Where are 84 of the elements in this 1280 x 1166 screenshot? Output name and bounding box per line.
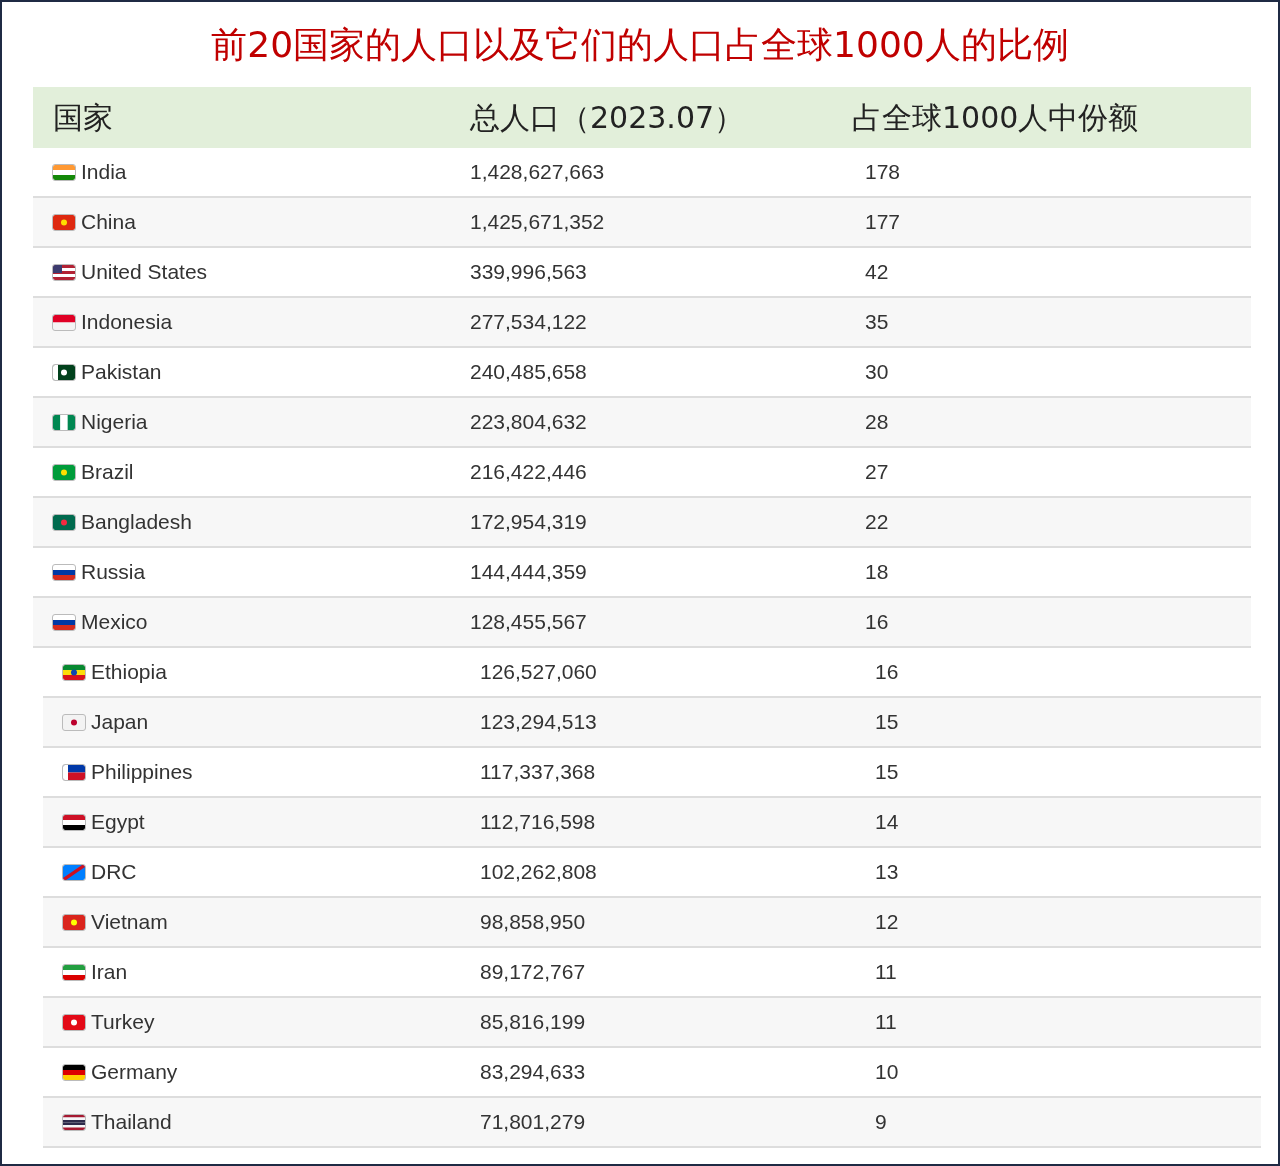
flag-icon bbox=[53, 564, 75, 580]
flag-icon bbox=[53, 214, 75, 230]
table-cell-text: United States bbox=[81, 259, 208, 286]
table-cell-text: Indonesia bbox=[81, 309, 173, 336]
table-cell-text: 102,262,808 bbox=[480, 859, 597, 886]
table-cell-text: 18 bbox=[865, 559, 889, 586]
flag-icon bbox=[53, 314, 75, 330]
column-header: 国家 bbox=[53, 100, 113, 135]
table-cell-text: 15 bbox=[875, 759, 899, 786]
table-cell-text: Iran bbox=[91, 959, 128, 986]
flag-icon bbox=[53, 164, 75, 180]
table-cell-text: 35 bbox=[865, 309, 889, 336]
table-cell-text: 1,428,627,663 bbox=[470, 159, 605, 186]
flag-icon bbox=[53, 614, 75, 630]
table-cell-text: 240,485,658 bbox=[470, 359, 587, 386]
table-cell-text: China bbox=[81, 209, 136, 236]
table-cell-text: 126,527,060 bbox=[480, 659, 597, 686]
flag-icon bbox=[63, 714, 85, 730]
table-cell-text: 15 bbox=[875, 709, 899, 736]
flag-icon bbox=[53, 464, 75, 480]
table-cell-text: 98,858,950 bbox=[480, 909, 586, 936]
table-cell-text: 89,172,767 bbox=[480, 959, 586, 986]
flag-icon bbox=[63, 964, 85, 980]
table-cell-text: Pakistan bbox=[81, 359, 162, 386]
table-cell-text: 216,422,446 bbox=[470, 459, 587, 486]
table-cell-text: Mexico bbox=[81, 609, 148, 636]
table-cell-text: 177 bbox=[865, 209, 901, 236]
table-cell-text: 10 bbox=[875, 1059, 899, 1086]
table-cell-text: 144,444,359 bbox=[470, 559, 587, 586]
table-cell-text: 172,954,319 bbox=[470, 509, 587, 536]
table-cell-text: 16 bbox=[875, 659, 899, 686]
table-cell-text: 11 bbox=[875, 1009, 897, 1036]
flag-icon bbox=[53, 364, 75, 380]
flag-icon bbox=[53, 264, 75, 280]
table-cell-text: 9 bbox=[875, 1109, 887, 1136]
table-cell-text: 16 bbox=[865, 609, 889, 636]
flag-icon bbox=[63, 914, 85, 930]
column-header: 总人口（2023.07） bbox=[470, 100, 745, 135]
table-cell-text: DRC bbox=[91, 859, 137, 886]
flag-icon bbox=[63, 864, 85, 880]
table-cell-text: Germany bbox=[91, 1059, 178, 1086]
table-cell-text: Russia bbox=[81, 559, 146, 586]
table-cell-text: India bbox=[81, 159, 127, 186]
table-cell-text: Bangladesh bbox=[81, 509, 192, 536]
table-cell-text: Vietnam bbox=[91, 909, 168, 936]
table-cell-text: 123,294,513 bbox=[480, 709, 597, 736]
chart-title: 前20国家的人口以及它们的人口占全球1000人的比例 bbox=[211, 22, 1069, 67]
table-cell-text: 42 bbox=[865, 259, 889, 286]
flag-icon bbox=[63, 764, 85, 780]
table-cell-text: Japan bbox=[91, 709, 149, 736]
table-cell-text: 112,716,598 bbox=[480, 809, 596, 836]
flag-icon bbox=[63, 1014, 85, 1030]
flag-icon bbox=[63, 814, 85, 830]
table-cell-text: Turkey bbox=[91, 1009, 155, 1036]
table-cell-text: 117,337,368 bbox=[480, 759, 596, 786]
table-cell-text: 12 bbox=[875, 909, 899, 936]
table-cell-text: Ethiopia bbox=[91, 659, 167, 686]
table-cell-text: 85,816,199 bbox=[480, 1009, 586, 1036]
table-cell-text: Philippines bbox=[91, 759, 193, 786]
flag-icon bbox=[63, 1114, 85, 1130]
flag-icon bbox=[63, 1064, 85, 1080]
table-cell-text: 178 bbox=[865, 159, 901, 186]
flag-icon bbox=[53, 414, 75, 430]
table-cell-text: 339,996,563 bbox=[470, 259, 587, 286]
table-cell-text: 27 bbox=[865, 459, 889, 486]
table-cell-text: 30 bbox=[865, 359, 889, 386]
flag-icon bbox=[53, 514, 75, 530]
table-cell-text: 71,801,279 bbox=[480, 1109, 586, 1136]
table-cell-text: 28 bbox=[865, 409, 889, 436]
table-cell-text: 14 bbox=[875, 809, 899, 836]
table-cell-text: 1,425,671,352 bbox=[470, 209, 605, 236]
flag-icon bbox=[63, 664, 85, 680]
table-cell-text: Thailand bbox=[91, 1109, 172, 1136]
table-cell-text: 83,294,633 bbox=[480, 1059, 586, 1086]
table-cell-text: 22 bbox=[865, 509, 889, 536]
table-cell-text: 128,455,567 bbox=[470, 609, 587, 636]
table-cell-text: Nigeria bbox=[81, 409, 148, 436]
table-cell-text: 13 bbox=[875, 859, 899, 886]
column-header: 占全球1000人中份额 bbox=[852, 100, 1139, 135]
table-cell-text: Egypt bbox=[91, 809, 145, 836]
table-cell-text: Brazil bbox=[81, 459, 134, 486]
table-cell-text: 277,534,122 bbox=[470, 309, 587, 336]
table-cell-text: 223,804,632 bbox=[470, 409, 587, 436]
table-cell-text: 11 bbox=[875, 959, 897, 986]
